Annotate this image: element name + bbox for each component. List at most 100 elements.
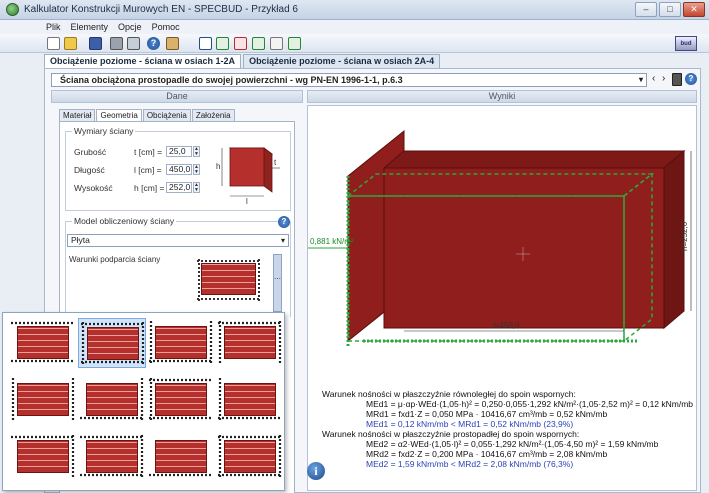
window-controls: – □ ✕ (635, 2, 705, 17)
maximize-button[interactable]: □ (659, 2, 681, 17)
brand-logo: bud (675, 36, 697, 51)
export-element-icon[interactable] (288, 37, 301, 50)
calculation-type-value: Ściana obciążona prostopadle do swojej p… (60, 75, 403, 85)
minimize-button[interactable]: – (635, 2, 657, 17)
next-arrow-icon[interactable]: › (662, 74, 665, 84)
supports-label: Warunki podparcia ściany (69, 255, 161, 264)
calculator-icon[interactable] (672, 73, 682, 86)
close-button[interactable]: ✕ (683, 2, 705, 17)
height-stepper[interactable]: ▲ ▼ (193, 182, 200, 193)
print-preview-icon[interactable] (127, 37, 140, 50)
tab-loads[interactable]: Obciążenia (142, 109, 191, 121)
help-icon[interactable]: ? (685, 73, 697, 85)
thickness-stepper[interactable]: ▲ ▼ (193, 146, 200, 157)
height-input[interactable]: 252,0 (166, 182, 192, 193)
length-input[interactable]: 450,0 (166, 164, 192, 175)
support-option-6[interactable] (78, 375, 146, 425)
toolbar: ? (0, 34, 709, 53)
add-element-icon[interactable] (216, 37, 229, 50)
group-title: Model obliczeniowy ściany (72, 216, 177, 226)
length-symbol: l [cm] = (134, 165, 162, 175)
window-icon[interactable] (199, 37, 212, 50)
info-icon: i (307, 462, 325, 480)
length-label: Długość (74, 165, 105, 175)
height-label: Wysokość (74, 183, 113, 193)
help-icon[interactable]: ? (147, 37, 160, 50)
thickness-label: Grubość (74, 147, 107, 157)
support-option-1[interactable] (9, 318, 77, 368)
support-option-5[interactable] (9, 375, 77, 425)
support-option-8[interactable] (216, 375, 284, 425)
result-line: Warunek nośności w płaszczyźnie prostopa… (322, 429, 580, 439)
result-line: MRd1 = fxd1·Z = 0,050 MPa · 10416,67 cm³… (366, 409, 608, 419)
menu-bar: Plik Elementy Opcje Pomoc (0, 20, 709, 34)
previous-arrow-icon[interactable]: ‹ (652, 74, 655, 84)
height-symbol: h [cm] = (134, 183, 165, 193)
support-hatch-icon (81, 322, 145, 364)
tab-wall-axes-1-2a[interactable]: Obciążenie poziome - ściana w osiach 1-2… (44, 54, 242, 68)
support-option-7[interactable] (147, 375, 215, 425)
wall-sketch: h l t (216, 147, 280, 206)
chevron-down-icon: ▾ (280, 236, 285, 245)
support-option-2[interactable] (78, 318, 146, 368)
thickness-input[interactable]: 25,0 (166, 146, 192, 157)
length-dimension-label: l=450,0 (493, 321, 520, 330)
support-option-10[interactable] (78, 432, 146, 482)
result-line: MEd1 = μ·αp·WEd·(1,05·h)² = 0,250·0,055·… (366, 399, 694, 409)
support-hatch-icon (218, 435, 282, 477)
save-icon[interactable] (89, 37, 102, 50)
tab-wall-axes-2a-4[interactable]: Obciążenie poziome - ściana w osiach 2A-… (243, 54, 441, 68)
data-tabs: Materiał Geometria Obciążenia Założenia (59, 109, 236, 121)
menu-file[interactable]: Plik (46, 22, 61, 32)
support-hatch-icon (149, 473, 213, 477)
support-option-3[interactable] (147, 318, 215, 368)
result-line: Warunek nośności w płaszczyźnie równoleg… (322, 389, 576, 399)
support-option-11[interactable] (147, 432, 215, 482)
section-header-results: Wyniki (307, 90, 697, 103)
result-line: MEd2 = 1,59 kNm/mb < MRd2 = 2,08 kNm/mb … (366, 459, 574, 469)
tab-assumptions[interactable]: Założenia (191, 109, 235, 121)
support-option-4[interactable] (216, 318, 284, 368)
support-hatch-icon (218, 378, 282, 420)
support-hatch-icon (11, 321, 75, 363)
print-icon[interactable] (110, 37, 123, 50)
result-line: MRd2 = fxd2·Z = 0,200 MPa · 10416,67 cm³… (366, 449, 608, 459)
section-header-data: Dane (51, 90, 303, 103)
support-hatch-icon (149, 378, 213, 420)
tab-geometry[interactable]: Geometria (96, 109, 142, 121)
tab-material[interactable]: Materiał (59, 109, 96, 121)
calculation-type-select[interactable]: Ściana obciążona prostopadle do swojej p… (51, 73, 647, 87)
new-file-icon[interactable] (47, 37, 60, 50)
support-hatch-icon (11, 378, 75, 420)
exit-icon[interactable] (166, 37, 179, 50)
support-preview[interactable] (181, 256, 273, 314)
support-option-9[interactable] (9, 432, 77, 482)
menu-elements[interactable]: Elementy (71, 22, 109, 32)
support-dropdown-button[interactable]: ⋯ (273, 254, 282, 312)
sketch-l-label: l (246, 197, 248, 206)
copy-element-icon[interactable] (252, 37, 265, 50)
support-option-12[interactable] (216, 432, 284, 482)
load-value-label: 0,881 kN/m² (310, 237, 354, 246)
hatch-icon (197, 259, 261, 301)
document-tabs: Obciążenie poziome - ściana w osiach 1-2… (44, 54, 442, 68)
support-hatch-icon (11, 435, 75, 477)
result-line: MEd2 = α2·WEd·(1,05·l)² = 0,055·1,292 kN… (366, 439, 659, 449)
menu-help[interactable]: Pomoc (152, 22, 180, 32)
wall-dimensions-group: Wymiary ściany Grubość t [cm] = 25,0 ▲ ▼ … (65, 126, 291, 211)
help-icon[interactable]: ? (278, 216, 290, 228)
title-bar: Kalkulator Konstrukcji Murowych EN - SPE… (0, 0, 709, 20)
delete-element-icon[interactable] (234, 37, 247, 50)
sketch-t-label: t (274, 158, 277, 167)
group-title: Wymiary ściany (72, 126, 136, 136)
element-list-icon[interactable] (270, 37, 283, 50)
window-title: Kalkulator Konstrukcji Murowych EN - SPE… (24, 4, 298, 15)
thickness-symbol: t [cm] = (134, 147, 163, 157)
length-stepper[interactable]: ▲ ▼ (193, 164, 200, 175)
sketch-h-label: h (216, 162, 220, 171)
menu-options[interactable]: Opcje (118, 22, 142, 32)
open-folder-icon[interactable] (64, 37, 77, 50)
model-type-select[interactable]: Płyta ▾ (67, 234, 289, 247)
height-dimension-label: h=252,0 (680, 221, 689, 251)
chevron-down-icon: ▾ (638, 75, 643, 84)
